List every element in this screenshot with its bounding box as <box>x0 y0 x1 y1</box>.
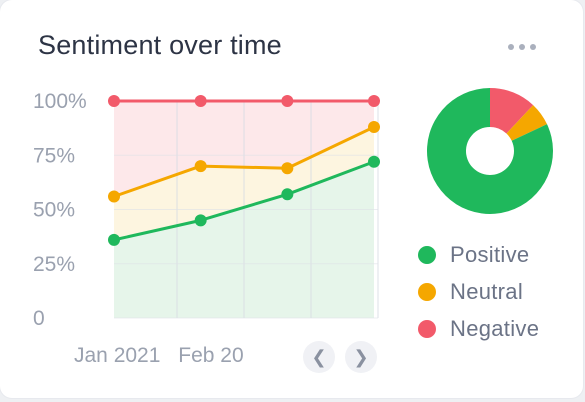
chevron-right-icon: ❯ <box>353 346 369 367</box>
legend-item-neutral[interactable]: Neutral <box>418 273 539 310</box>
data-point-positive <box>108 233 120 246</box>
sentiment-card: Sentiment over time 100% 75% 50% 25% 0 Posit… <box>0 0 583 398</box>
legend-swatch <box>418 282 436 301</box>
x-tick-label: Feb 20 <box>178 344 244 367</box>
y-tick-label: 50% <box>33 199 75 222</box>
data-point-positive <box>281 188 294 201</box>
legend-label: Negative <box>450 315 540 341</box>
chevron-left-icon: ❮ <box>311 346 327 367</box>
data-point-negative <box>194 95 207 107</box>
next-button[interactable]: ❯ <box>345 341 377 373</box>
data-point-negative <box>281 95 294 107</box>
legend-swatch <box>418 245 436 264</box>
y-tick-label: 25% <box>33 253 75 276</box>
data-point-negative <box>368 95 380 107</box>
legend-item-negative[interactable]: Negative <box>418 310 539 347</box>
x-tick-label: Jan 2021 <box>74 344 161 367</box>
prev-button[interactable]: ❮ <box>303 341 335 373</box>
legend: Positive Neutral Negative <box>418 236 539 347</box>
data-point-neutral <box>368 121 380 134</box>
legend-label: Neutral <box>450 278 524 304</box>
data-point-neutral <box>281 162 294 175</box>
data-point-negative <box>108 95 120 107</box>
legend-item-positive[interactable]: Positive <box>418 236 539 273</box>
y-tick-label: 75% <box>33 144 75 167</box>
data-point-neutral <box>194 160 207 173</box>
x-axis-labels: Jan 2021 Feb 20 <box>74 344 284 374</box>
y-tick-label: 0 <box>33 307 45 330</box>
legend-label: Positive <box>450 241 530 267</box>
data-point-positive <box>368 155 380 168</box>
data-point-neutral <box>108 190 120 203</box>
y-tick-label: 100% <box>33 90 87 113</box>
legend-swatch <box>418 319 436 338</box>
data-point-positive <box>194 214 207 227</box>
